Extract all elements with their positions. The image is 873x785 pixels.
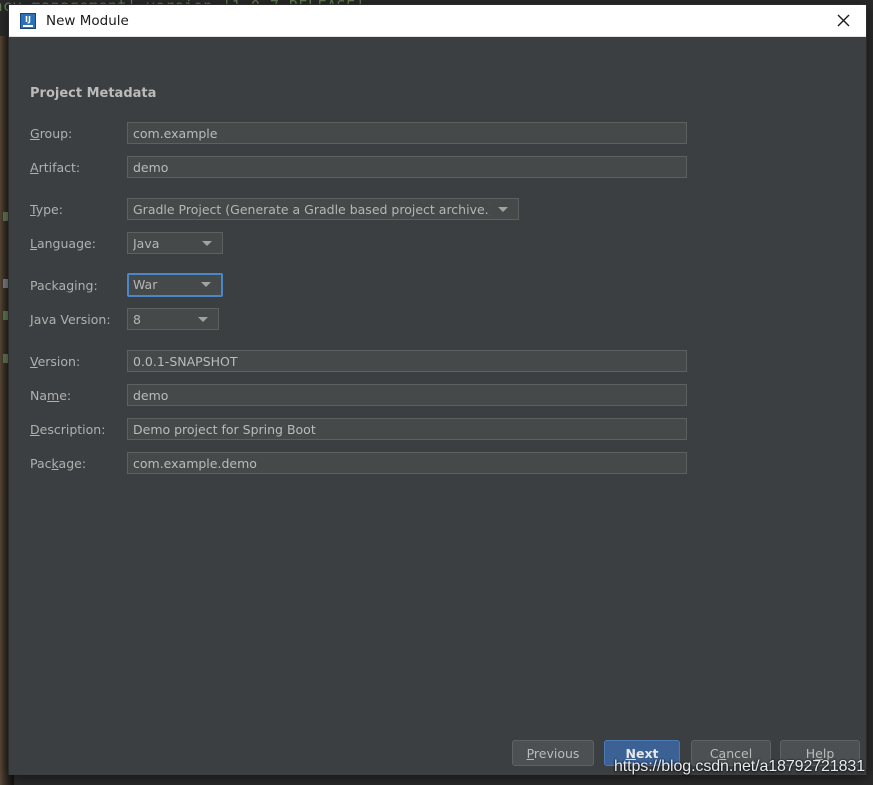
section-title-project-metadata: Project Metadata (30, 86, 156, 101)
dialog-titlebar: New Module (9, 5, 866, 37)
label-language: Language: (30, 236, 127, 251)
label-packaging: Packaging: (30, 278, 127, 293)
description-input[interactable] (127, 418, 687, 440)
label-group: Group: (30, 126, 127, 141)
dialog-body: Project Metadata Group: Artifact: Type: … (9, 37, 866, 775)
watermark-url: https://blog.csdn.net/a18792721831 (614, 758, 865, 776)
intellij-idea-icon (20, 13, 36, 29)
label-java-version: Java Version: (30, 312, 127, 327)
form-row-java-version: Java Version: 8 (30, 308, 219, 330)
chevron-down-icon (198, 317, 208, 322)
type-dropdown[interactable]: Gradle Project (Generate a Gradle based … (127, 198, 519, 220)
new-module-dialog: New Module Project Metadata Group: Artif… (8, 4, 867, 775)
chevron-down-icon (202, 241, 212, 246)
name-input[interactable] (127, 384, 687, 406)
form-row-package: Package: (30, 452, 687, 474)
close-icon[interactable] (820, 5, 866, 35)
previous-button[interactable]: Previous (512, 740, 594, 766)
form-row-language: Language: Java (30, 232, 223, 254)
form-row-packaging: Packaging: War (30, 274, 223, 296)
label-description: Description: (30, 422, 127, 437)
package-input[interactable] (127, 452, 687, 474)
java-version-dropdown[interactable]: 8 (127, 308, 219, 330)
label-artifact: Artifact: (30, 160, 127, 175)
type-dropdown-value: Gradle Project (Generate a Gradle based … (133, 202, 490, 217)
language-dropdown[interactable]: Java (127, 232, 223, 254)
form-row-type: Type: Gradle Project (Generate a Gradle … (30, 198, 519, 220)
dialog-title: New Module (46, 13, 129, 29)
form-row-name: Name: (30, 384, 687, 406)
packaging-dropdown[interactable]: War (127, 273, 223, 297)
form-row-description: Description: (30, 418, 687, 440)
artifact-input[interactable] (127, 156, 687, 178)
label-type: Type: (30, 202, 127, 217)
group-input[interactable] (127, 122, 687, 144)
label-package: Package: (30, 456, 127, 471)
packaging-dropdown-value: War (133, 277, 193, 292)
chevron-down-icon (498, 207, 508, 212)
chevron-down-icon (201, 282, 211, 287)
form-row-version: Version: (30, 350, 687, 372)
language-dropdown-value: Java (133, 236, 194, 251)
form-row-group: Group: (30, 122, 687, 144)
form-row-artifact: Artifact: (30, 156, 687, 178)
label-version: Version: (30, 354, 127, 369)
label-name: Name: (30, 388, 127, 403)
version-input[interactable] (127, 350, 687, 372)
java-version-dropdown-value: 8 (133, 312, 190, 327)
